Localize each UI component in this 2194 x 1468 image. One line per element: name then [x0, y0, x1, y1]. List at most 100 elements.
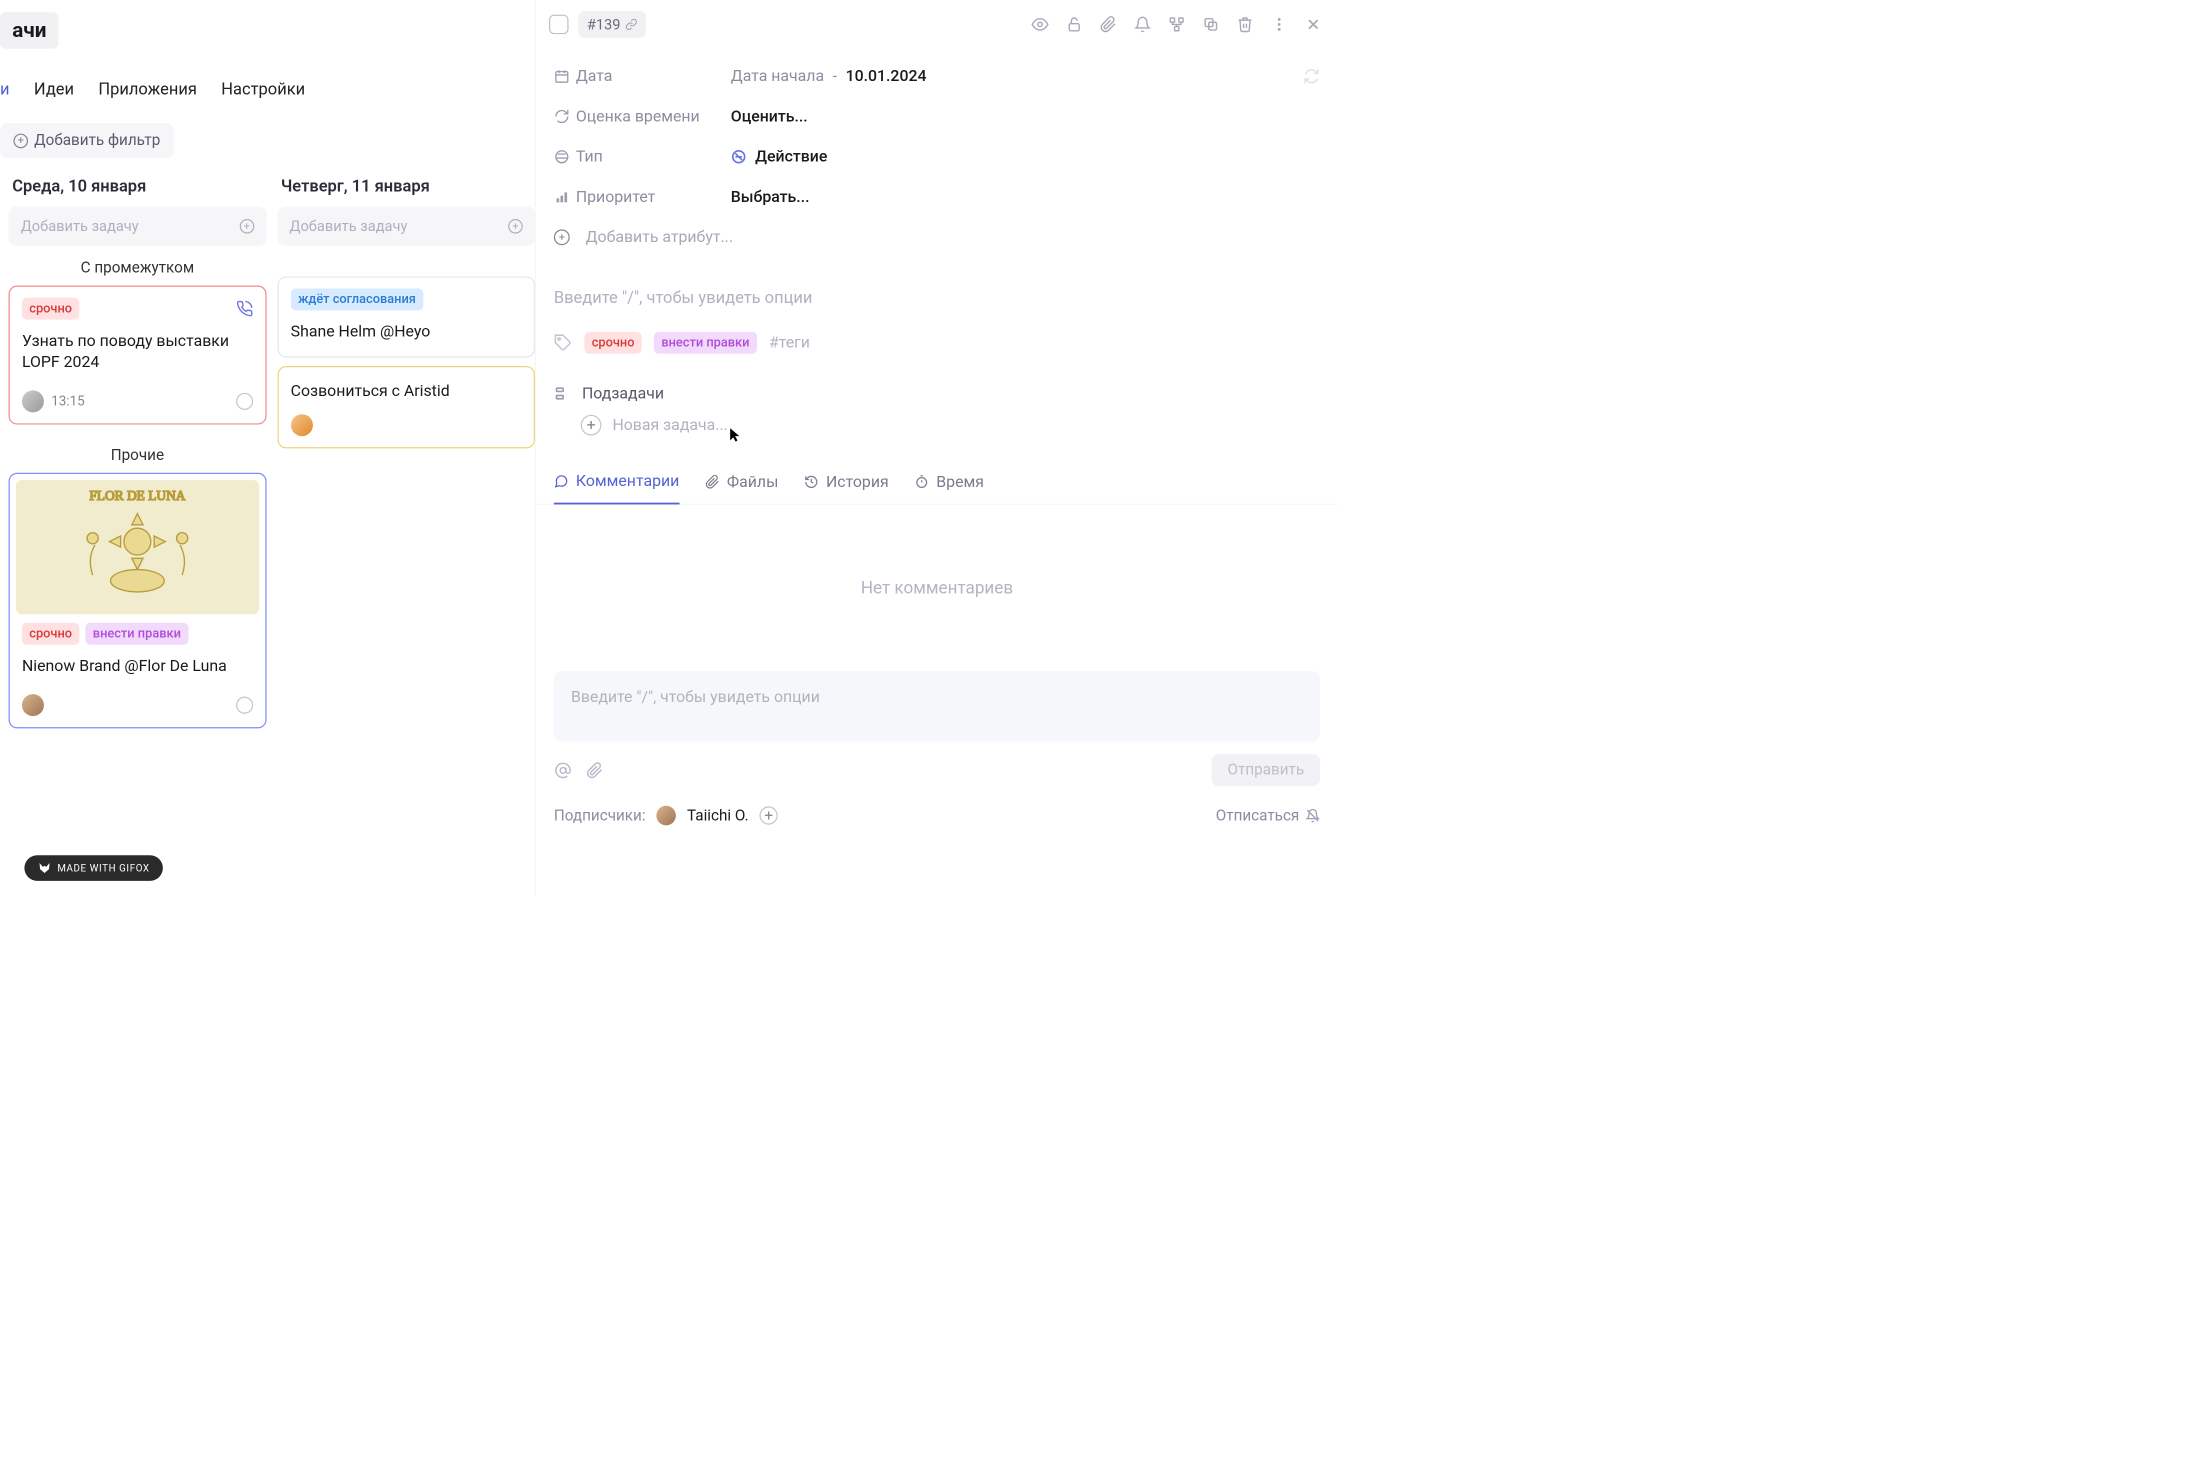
attr-type[interactable]: Тип Действие — [554, 137, 1320, 177]
date-end: 10.01.2024 — [846, 67, 927, 85]
task-title: Shane Helm @Heyo — [291, 310, 522, 345]
made-with-label: MADE WITH GIFOX — [57, 862, 149, 874]
bell-off-icon — [1305, 808, 1320, 823]
nav-settings[interactable]: Настройки — [221, 79, 305, 99]
tab-label: Комментарии — [576, 472, 679, 490]
add-task-input[interactable]: Добавить задачу + — [277, 207, 535, 246]
add-filter-button[interactable]: + Добавить фильтр — [0, 123, 174, 158]
more-icon[interactable] — [1270, 15, 1288, 33]
status-circle[interactable] — [236, 393, 253, 410]
nav-tasks[interactable]: и — [0, 79, 10, 99]
cursor-icon — [729, 427, 741, 443]
task-card[interactable]: срочно Узнать по поводу выставки LOPF 20… — [9, 285, 267, 424]
send-button[interactable]: Отправить — [1212, 754, 1320, 786]
add-task-input[interactable]: Добавить задачу + — [9, 207, 267, 246]
plus-circle-icon: + — [554, 229, 570, 245]
attachment-icon[interactable] — [586, 761, 604, 779]
add-subtask-button[interactable]: + Новая задача... — [554, 415, 1320, 436]
add-subscriber-button[interactable]: + — [760, 806, 778, 824]
detail-tag-urgent[interactable]: срочно — [584, 332, 641, 354]
add-filter-label: Добавить фильтр — [34, 132, 160, 150]
day-column-wednesday: Среда, 10 января Добавить задачу + С про… — [9, 176, 267, 737]
add-attr-label: Добавить атрибут... — [586, 228, 733, 246]
nav-ideas[interactable]: Идеи — [34, 79, 74, 99]
attr-priority[interactable]: Приоритет Выбрать... — [554, 177, 1320, 217]
add-subtask-label: Новая задача... — [612, 416, 727, 434]
task-card[interactable]: FLOR DE LUNA срочно внести правки Nienow… — [9, 473, 267, 729]
fox-icon — [38, 861, 51, 874]
attr-label: Тип — [576, 148, 731, 166]
task-tag-edits: внести правки — [85, 623, 188, 645]
priority-icon — [554, 189, 576, 205]
section-label-interval: С промежутком — [9, 246, 267, 286]
add-attribute-button[interactable]: + Добавить атрибут... — [554, 217, 1320, 257]
tab-comments[interactable]: Комментарии — [554, 472, 679, 504]
date-sep: - — [833, 67, 837, 85]
phone-icon — [236, 300, 253, 317]
tab-history[interactable]: История — [804, 472, 889, 504]
day-column-thursday: Четверг, 11 января Добавить задачу + ждё… — [277, 176, 535, 737]
attachment-icon[interactable] — [1099, 15, 1117, 33]
task-title: Созвониться с Aristid — [291, 378, 522, 404]
trash-icon[interactable] — [1236, 15, 1254, 33]
plus-circle-icon: + — [581, 415, 602, 436]
task-checkbox[interactable] — [549, 15, 569, 35]
section-label-other: Прочие — [9, 433, 267, 473]
task-id: #139 — [587, 16, 621, 33]
tab-label: Файлы — [727, 473, 779, 491]
task-time: 13:15 — [51, 394, 84, 409]
plus-circle-icon: + — [13, 133, 28, 148]
attr-label: Приоритет — [576, 188, 731, 206]
task-tag-urgent: срочно — [22, 298, 79, 320]
tag-icon — [554, 334, 572, 352]
task-detail-panel: #139 Дата — [536, 0, 1339, 895]
tab-time[interactable]: Время — [914, 472, 984, 504]
calendar-icon — [554, 68, 576, 84]
add-task-placeholder: Добавить задачу — [289, 218, 407, 235]
mention-icon[interactable] — [554, 761, 572, 779]
tab-label: Время — [936, 473, 984, 491]
attr-label: Дата — [576, 67, 731, 85]
watch-icon[interactable] — [1031, 15, 1049, 33]
avatar — [22, 391, 44, 413]
unsubscribe-button[interactable]: Отписаться — [1216, 807, 1320, 825]
lock-icon[interactable] — [1065, 15, 1083, 33]
subtasks-label: Подзадачи — [582, 384, 664, 402]
tags-hint[interactable]: #теги — [769, 334, 810, 352]
task-card[interactable]: Созвониться с Aristid — [277, 366, 535, 448]
task-title: Nienow Brand @Flor De Luna — [22, 645, 253, 680]
detail-tag-edits[interactable]: внести правки — [654, 332, 757, 354]
main-nav: и Идеи Приложения Настройки — [0, 49, 535, 112]
sync-icon[interactable] — [1303, 68, 1320, 85]
page-title: ачи — [0, 12, 59, 49]
action-icon — [731, 149, 747, 165]
task-id-badge[interactable]: #139 — [578, 11, 646, 38]
attr-date[interactable]: Дата Дата начала - 10.01.2024 — [554, 56, 1320, 96]
subscriber-name: Taiichi O. — [687, 807, 749, 825]
attr-time-estimate[interactable]: Оценка времени Оценить... — [554, 96, 1320, 136]
copy-icon[interactable] — [1202, 15, 1220, 33]
hierarchy-icon[interactable] — [1168, 15, 1186, 33]
day-heading: Четверг, 11 января — [277, 176, 535, 207]
left-panel: ачи и Идеи Приложения Настройки + Добави… — [0, 0, 536, 895]
tab-files[interactable]: Файлы — [705, 472, 778, 504]
comment-input[interactable]: Введите "/", чтобы увидеть опции — [554, 671, 1320, 742]
date-start-label: Дата начала — [731, 67, 824, 85]
refresh-icon — [554, 109, 576, 125]
task-title: Узнать по поводу выставки LOPF 2024 — [22, 320, 253, 376]
type-attr-icon — [554, 149, 576, 165]
comments-empty: Нет комментариев — [536, 504, 1339, 671]
day-heading: Среда, 10 января — [9, 176, 267, 207]
status-circle[interactable] — [236, 697, 253, 714]
close-icon[interactable] — [1304, 15, 1322, 33]
attr-value: Выбрать... — [731, 188, 810, 206]
bell-icon[interactable] — [1133, 15, 1151, 33]
nav-apps[interactable]: Приложения — [98, 79, 196, 99]
comment-placeholder: Введите "/", чтобы увидеть опции — [571, 688, 1303, 725]
task-card[interactable]: ждёт согласования Shane Helm @Heyo — [277, 276, 535, 357]
task-tag-urgent: срочно — [22, 623, 79, 645]
description-input[interactable]: Введите "/", чтобы увидеть опции — [536, 270, 1339, 326]
attr-value: Оценить... — [731, 107, 808, 125]
attr-value: Действие — [755, 148, 827, 166]
made-with-gifox-badge: MADE WITH GIFOX — [24, 855, 163, 881]
